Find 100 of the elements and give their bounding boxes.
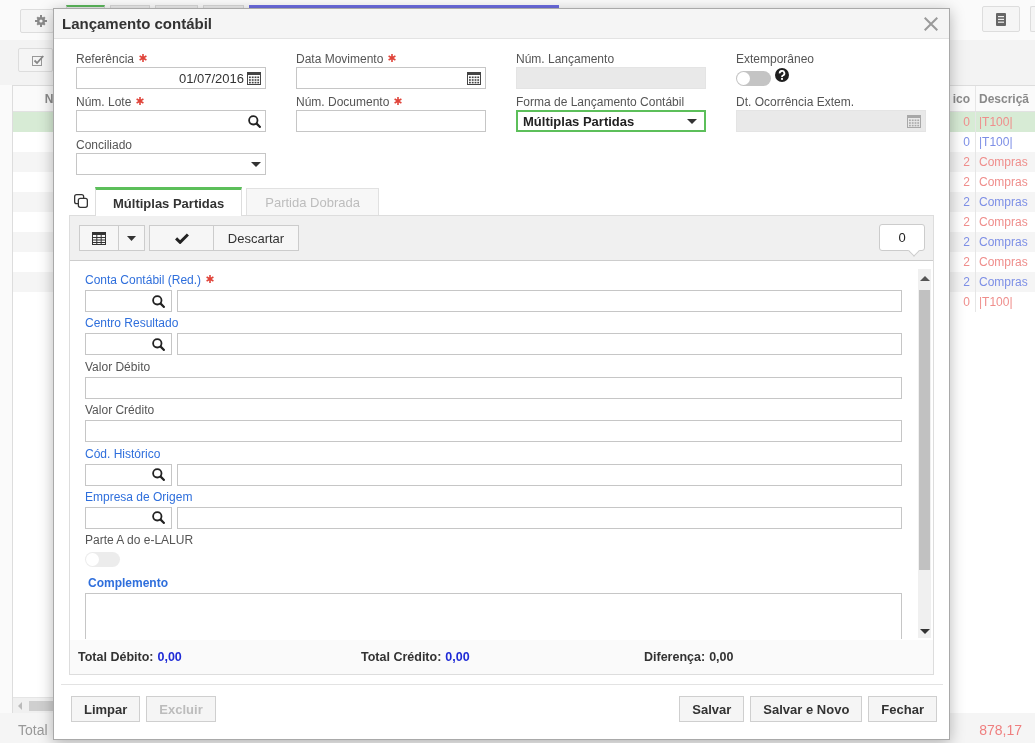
code-field[interactable] xyxy=(85,463,172,486)
table-cell: 2 xyxy=(963,215,970,229)
header-tab[interactable] xyxy=(203,5,244,8)
calendar-icon xyxy=(247,71,261,85)
column-header: ico xyxy=(952,91,970,106)
header-tab[interactable] xyxy=(110,5,150,8)
caret-icon xyxy=(687,118,697,124)
table-cell: |T100| xyxy=(979,115,1013,129)
description-field[interactable] xyxy=(177,463,902,486)
dialog-button[interactable]: Limpar xyxy=(71,696,141,722)
dialog-button[interactable]: Salvar xyxy=(679,696,745,722)
text-field[interactable] xyxy=(85,376,902,399)
toggle-switch[interactable] xyxy=(736,71,771,86)
field-label: Referência xyxy=(76,51,135,67)
field-label: Núm. Lote xyxy=(76,94,132,110)
copy-icon[interactable] xyxy=(74,194,88,208)
description-field[interactable] xyxy=(177,333,902,356)
field-label: Valor Débito xyxy=(85,358,151,375)
report-button[interactable] xyxy=(982,6,1020,32)
total-value: 0,00 xyxy=(157,650,182,664)
document-icon xyxy=(996,12,1006,26)
select-field[interactable] xyxy=(76,153,266,175)
lookup-field[interactable] xyxy=(76,110,266,132)
caret-icon xyxy=(251,161,261,167)
table-cell: Compras xyxy=(979,275,1028,289)
table-cell: 0 xyxy=(963,135,970,149)
toolbar-button[interactable] xyxy=(18,48,53,72)
field-label[interactable]: Centro Resultado xyxy=(85,315,179,332)
calendar-icon xyxy=(907,114,921,128)
code-field[interactable] xyxy=(85,333,172,356)
caret-icon xyxy=(127,235,136,241)
close-icon xyxy=(924,16,938,31)
field-label: Forma de Lançamento Contábil xyxy=(516,94,685,110)
total-value: 878,17 xyxy=(979,722,1022,738)
table-cell: 2 xyxy=(963,275,970,289)
column-header: Descriçã xyxy=(979,91,1030,106)
description-field[interactable] xyxy=(177,290,902,312)
field-label: Data Movimento xyxy=(296,51,384,67)
field-label[interactable]: Empresa de Origem xyxy=(85,488,193,505)
field-label: Extemporâneo xyxy=(736,51,815,67)
field-label[interactable]: Cód. Histórico xyxy=(85,445,161,462)
search-icon xyxy=(248,114,261,128)
text-field[interactable] xyxy=(85,420,902,443)
header-tab[interactable] xyxy=(155,5,198,8)
horizontal-scrollbar[interactable] xyxy=(13,697,54,713)
table-cell: |T100| xyxy=(979,295,1013,309)
dialog-button[interactable]: Fechar xyxy=(868,696,937,722)
field-label: Valor Crédito xyxy=(85,402,155,419)
help-icon[interactable] xyxy=(775,68,789,82)
table-cell: |T100| xyxy=(979,135,1013,149)
table-cell: 2 xyxy=(963,195,970,209)
table-cell: Compras xyxy=(979,215,1028,229)
total-value: 0,00 xyxy=(445,650,470,664)
header-tab[interactable] xyxy=(66,5,105,8)
calendar-icon xyxy=(467,71,481,85)
table-cell: 2 xyxy=(963,175,970,189)
table-cell: 2 xyxy=(963,155,970,169)
field-label: Núm. Lançamento xyxy=(516,51,615,67)
search-icon xyxy=(152,337,165,351)
search-icon xyxy=(152,511,165,525)
gear-icon xyxy=(35,15,47,27)
table-cell: Compras xyxy=(979,255,1028,269)
date-field[interactable]: 01/07/2016 xyxy=(76,67,266,89)
table-cell: 0 xyxy=(963,295,970,309)
grid-view-button[interactable] xyxy=(79,225,119,251)
dialog-button[interactable]: Salvar e Novo xyxy=(750,696,863,722)
table-cell: Compras xyxy=(979,195,1028,209)
select-field[interactable]: Múltiplas Partidas xyxy=(516,110,706,132)
description-field[interactable] xyxy=(177,506,902,529)
search-icon xyxy=(152,468,165,482)
column-header: N xyxy=(44,91,54,106)
table-icon xyxy=(92,231,106,245)
tab[interactable]: Múltiplas Partidas xyxy=(95,187,243,216)
code-field[interactable] xyxy=(85,290,172,312)
field-label[interactable]: Conta Contábil (Red.) xyxy=(85,272,202,288)
field-label: Parte A do e-LALUR xyxy=(85,532,194,549)
settings-button[interactable] xyxy=(20,9,54,33)
check-icon xyxy=(174,232,189,244)
table-cell: 0 xyxy=(963,115,970,129)
vertical-scrollbar[interactable] xyxy=(918,269,931,638)
date-field[interactable] xyxy=(296,67,486,89)
text-field[interactable] xyxy=(296,110,486,132)
table-cell: Compras xyxy=(979,235,1028,249)
table-cell: 2 xyxy=(963,235,970,249)
search-icon xyxy=(152,294,165,308)
field-label[interactable]: Complemento xyxy=(88,575,168,592)
confirm-button[interactable] xyxy=(149,225,214,251)
table-cell: Compras xyxy=(979,155,1028,169)
field-label: Conciliado xyxy=(76,137,133,153)
close-button[interactable] xyxy=(924,16,938,31)
dialog-title: Lançamento contábil xyxy=(62,15,213,32)
total-label: Total xyxy=(18,722,48,738)
code-field[interactable] xyxy=(85,506,172,529)
total-label: Total Débito: xyxy=(78,650,154,664)
header-tab[interactable] xyxy=(249,5,559,8)
discard-button[interactable]: Descartar xyxy=(214,225,299,251)
dropdown-button[interactable] xyxy=(119,225,145,251)
toolbar-button[interactable] xyxy=(1030,6,1035,32)
text-area[interactable] xyxy=(85,593,902,640)
total-label: Total Crédito: xyxy=(361,650,442,664)
